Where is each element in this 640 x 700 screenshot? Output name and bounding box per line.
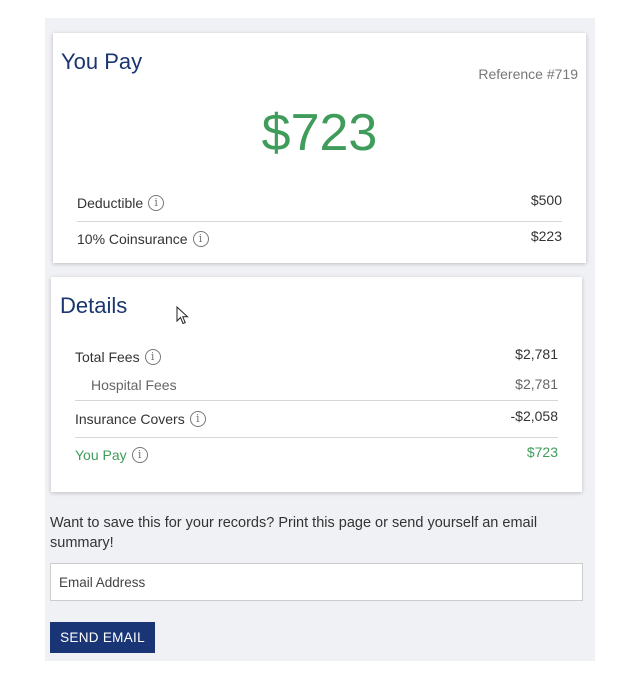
email-address-input[interactable] — [50, 563, 583, 601]
details-you-pay-row: You Pay i — [75, 447, 148, 463]
save-instructions: Want to save this for your records? Prin… — [50, 515, 538, 551]
info-icon[interactable]: i — [189, 411, 206, 427]
hospital-fees-label: Hospital Fees — [91, 377, 177, 393]
deductible-row: Deductible i — [77, 195, 165, 211]
total-fees-amount: $2,781 — [515, 346, 558, 362]
info-icon[interactable]: i — [131, 447, 148, 463]
info-icon[interactable]: i — [192, 231, 209, 247]
coinsurance-amount: $223 — [530, 228, 562, 244]
info-icon[interactable]: i — [144, 349, 161, 365]
divider — [75, 437, 558, 438]
details-card: Details Total Fees i $2,781 Hospital Fee… — [51, 277, 582, 492]
you-pay-total: $723 — [261, 104, 378, 162]
coinsurance-label: 10% Coinsurance — [77, 231, 188, 247]
insurance-covers-label: Insurance Covers — [75, 411, 185, 427]
cost-estimate-panel: You Pay Reference #719 $723 Deductible i… — [45, 18, 595, 661]
hospital-fees-row: Hospital Fees — [91, 377, 177, 393]
divider — [75, 400, 558, 401]
mouse-pointer-icon — [176, 306, 189, 325]
details-you-pay-label: You Pay — [75, 447, 127, 463]
you-pay-card: You Pay Reference #719 $723 Deductible i… — [53, 33, 586, 263]
you-pay-title: You Pay — [61, 49, 143, 74]
deductible-label: Deductible — [77, 195, 144, 211]
divider — [77, 221, 562, 222]
insurance-covers-amount: -$2,058 — [510, 408, 558, 424]
send-email-button[interactable]: SEND EMAIL — [50, 622, 155, 653]
deductible-amount: $500 — [530, 192, 562, 208]
details-you-pay-amount: $723 — [526, 444, 558, 460]
total-fees-row: Total Fees i — [75, 349, 161, 365]
details-title: Details — [60, 293, 128, 318]
insurance-covers-row: Insurance Covers i — [75, 411, 206, 427]
total-fees-label: Total Fees — [75, 349, 140, 365]
reference-number: Reference #719 — [478, 66, 578, 82]
coinsurance-row: 10% Coinsurance i — [77, 231, 209, 247]
info-icon[interactable]: i — [148, 195, 165, 211]
hospital-fees-amount: $2,781 — [515, 376, 558, 392]
